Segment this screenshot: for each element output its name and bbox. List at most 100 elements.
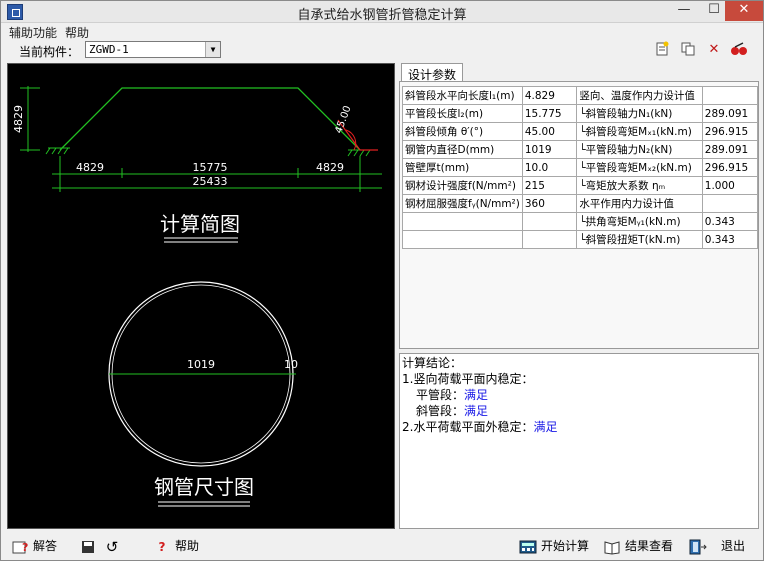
param-value-cell[interactable]: 296.915 <box>701 158 759 177</box>
chevron-down-icon[interactable]: ▼ <box>205 42 220 57</box>
exit-door-icon <box>687 539 707 555</box>
table-row: 钢管内直径D(mm) 1019 └平管段轴力N₂(kN) 289.091 <box>402 140 759 159</box>
params-table: 斜管段水平向长度l₁(m) 4.829 竖向、温度作内力设计值 平管段长度l₂(m) 1… <box>402 86 759 249</box>
delete-icon[interactable]: ✕ <box>705 41 723 59</box>
start-calc-button[interactable]: 开始计算 <box>519 537 589 555</box>
item2-label: 2.水平荷载平面外稳定： <box>402 420 534 434</box>
drawing-canvas: 4829 45.00 4829 15775 4829 25433 计算简图 10… <box>7 63 395 529</box>
param-label-cell: └斜管段轴力N₁(kN) <box>576 104 703 123</box>
help-icon: ? <box>158 539 166 554</box>
height-dimension: 4829 <box>12 105 25 133</box>
component-select[interactable]: ZGWD-1 ▼ <box>85 41 221 58</box>
slope-label: 斜管段： <box>416 404 465 418</box>
angle-label: 45.00 <box>333 104 353 135</box>
main-window: 自承式给水钢管折管稳定计算 — ☐ ✕ 辅助功能 帮助 当前构件： ZGWD-1… <box>0 0 764 561</box>
component-toolbar: 当前构件： ZGWD-1 ▼ ✕ <box>1 39 763 61</box>
copy-icon[interactable] <box>679 41 697 59</box>
param-label-cell <box>402 230 523 249</box>
solve-label: 解答 <box>33 539 58 553</box>
param-value-cell[interactable]: 15.775 <box>521 104 578 123</box>
dim-total: 25433 <box>193 175 228 188</box>
param-value-cell[interactable]: 1.000 <box>701 176 759 195</box>
param-value-cell[interactable]: 296.915 <box>701 122 759 141</box>
params-panel: 斜管段水平向长度l₁(m) 4.829 竖向、温度作内力设计值 平管段长度l₂(m) 1… <box>399 81 759 349</box>
param-label-cell: └弯矩放大系数 ηₘ <box>576 176 703 195</box>
param-label-cell: 钢材设计强度f(N/mm²) <box>402 176 523 195</box>
param-value-cell[interactable] <box>521 212 578 231</box>
new-file-icon[interactable] <box>653 41 671 59</box>
param-value-cell[interactable] <box>701 86 759 105</box>
minimize-button[interactable]: — <box>669 1 699 21</box>
book-icon <box>603 539 621 555</box>
param-label-cell: 管壁厚t(mm) <box>402 158 523 177</box>
param-value-cell[interactable]: 215 <box>521 176 578 195</box>
save-button[interactable] <box>79 537 101 555</box>
table-row: 钢材设计强度f(N/mm²) 215 └弯矩放大系数 ηₘ 1.000 <box>402 176 759 195</box>
param-value-cell[interactable]: 0.343 <box>701 230 759 249</box>
pipe-size-caption: 钢管尺寸图 <box>154 475 254 499</box>
result-item-1: 1.竖向荷载平面内稳定： <box>402 372 534 386</box>
result-slope: 斜管段：满足 <box>402 403 756 419</box>
param-label-cell: └斜管段弯矩Mₓ₁(kN.m) <box>576 122 703 141</box>
component-label: 当前构件： <box>19 45 80 59</box>
help-label: 帮助 <box>175 539 200 553</box>
table-row: 斜管段水平向长度l₁(m) 4.829 竖向、温度作内力设计值 <box>402 86 759 105</box>
param-value-cell[interactable]: 1019 <box>521 140 578 159</box>
calculator-icon <box>519 539 537 555</box>
thickness-label: 10 <box>284 358 298 371</box>
close-button[interactable]: ✕ <box>725 1 763 21</box>
param-value-cell[interactable]: 10.0 <box>521 158 578 177</box>
exit-label: 退出 <box>721 539 746 553</box>
tools-icon[interactable] <box>729 41 747 59</box>
param-value-cell[interactable]: 360 <box>521 194 578 213</box>
flat-label: 平管段： <box>416 388 465 402</box>
param-label-cell: └平管段轴力N₂(kN) <box>576 140 703 159</box>
save-icon <box>79 539 97 555</box>
param-label-cell: 斜管段倾角 θ′(°) <box>402 122 523 141</box>
param-value-cell[interactable]: 289.091 <box>701 104 759 123</box>
view-results-label: 结果查看 <box>625 539 674 553</box>
undo-button[interactable]: ↺ <box>103 537 125 555</box>
param-label-cell: 钢管内直径D(mm) <box>402 140 523 159</box>
start-calc-label: 开始计算 <box>541 539 590 553</box>
component-value: ZGWD-1 <box>89 43 129 56</box>
flat-value: 满足 <box>464 388 489 402</box>
result-item-2: 2.水平荷载平面外稳定：满足 <box>402 419 756 435</box>
table-row: 平管段长度l₂(m) 15.775 └斜管段轴力N₁(kN) 289.091 <box>402 104 759 123</box>
result-panel: 计算结论： 1.竖向荷载平面内稳定： 平管段：满足 斜管段：满足 2.水平荷载平… <box>399 353 759 529</box>
param-label-cell: 水平作用内力设计值 <box>576 194 703 213</box>
menu-bar: 辅助功能 帮助 <box>1 23 763 40</box>
solve-icon: ? <box>11 539 29 555</box>
exit-button[interactable]: 退出 <box>687 537 745 555</box>
bottom-toolbar: ? 解答 ↺ ? 帮助 开始计算 结果查看 退出 <box>1 533 763 559</box>
param-value-cell[interactable] <box>521 230 578 249</box>
param-value-cell[interactable] <box>701 194 759 213</box>
help-button[interactable]: ? 帮助 <box>153 537 200 555</box>
param-value-cell[interactable]: 0.343 <box>701 212 759 231</box>
param-label-cell: 竖向、温度作内力设计值 <box>576 86 703 105</box>
title-bar: 自承式给水钢管折管稳定计算 — ☐ ✕ <box>1 1 763 23</box>
diameter-label: 1019 <box>187 358 215 371</box>
param-label-cell: └拱角弯矩Mᵧ₁(kN.m) <box>576 212 703 231</box>
table-row: └斜管段扭矩T(kN.m) 0.343 <box>402 230 759 249</box>
undo-icon: ↺ <box>105 537 119 556</box>
param-label-cell: └斜管段扭矩T(kN.m) <box>576 230 703 249</box>
dim-middle: 15775 <box>193 161 228 174</box>
param-value-cell[interactable]: 45.00 <box>521 122 578 141</box>
svg-text:?: ? <box>22 541 28 554</box>
view-results-button[interactable]: 结果查看 <box>603 537 673 555</box>
tab-strip: 设计参数 <box>399 62 759 85</box>
solve-button[interactable]: ? 解答 <box>11 537 57 555</box>
param-value-cell[interactable]: 289.091 <box>701 140 759 159</box>
diagram-caption: 计算简图 <box>160 212 240 236</box>
window-title: 自承式给水钢管折管稳定计算 <box>297 8 467 23</box>
param-value-cell[interactable]: 4.829 <box>521 86 578 105</box>
param-label-cell: 平管段长度l₂(m) <box>402 104 523 123</box>
table-row: └拱角弯矩Mᵧ₁(kN.m) 0.343 <box>402 212 759 231</box>
dim-right: 4829 <box>316 161 344 174</box>
table-row: 管壁厚t(mm) 10.0 └平管段弯矩Mₓ₂(kN.m) 296.915 <box>402 158 759 177</box>
slope-value: 满足 <box>464 404 489 418</box>
result-flat: 平管段：满足 <box>402 387 756 403</box>
result-heading: 计算结论： <box>402 356 463 370</box>
param-label-cell: └平管段弯矩Mₓ₂(kN.m) <box>576 158 703 177</box>
